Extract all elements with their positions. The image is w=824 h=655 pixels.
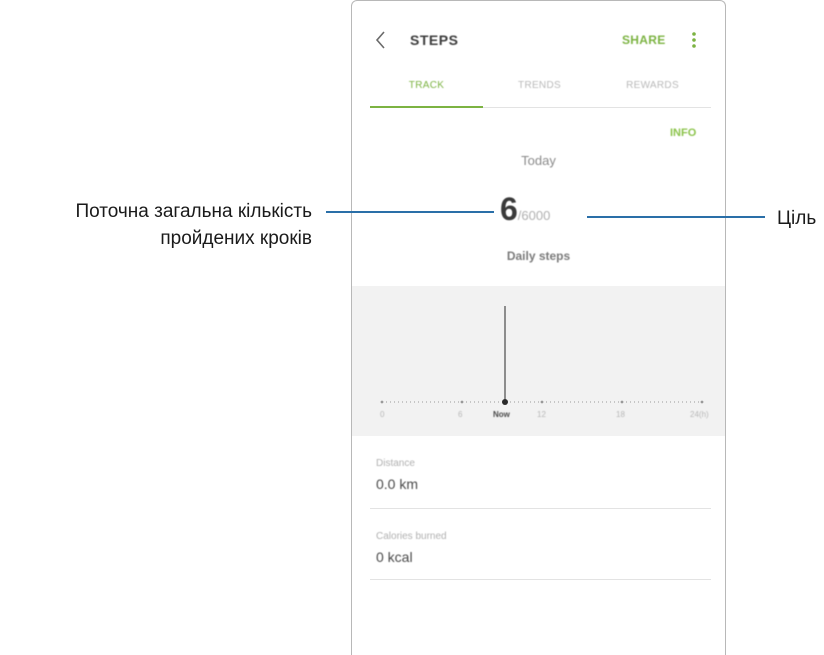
info-button[interactable]: INFO: [670, 127, 696, 139]
app-bar: STEPS SHARE: [352, 1, 725, 79]
share-button[interactable]: SHARE: [622, 33, 666, 47]
steps-summary: 6/6000: [500, 191, 550, 231]
axis-label: 18: [616, 410, 625, 419]
distance-label: Distance: [376, 458, 415, 469]
callout-goal: Ціль: [777, 208, 817, 229]
graph-tick: [620, 400, 624, 404]
axis-label: 6: [458, 410, 463, 419]
distance-value: 0.0 km: [376, 476, 419, 492]
callout-line-right: [587, 216, 765, 218]
callout-total-steps-line1: Поточна загальна кількість: [75, 201, 312, 222]
phone-frame: STEPS SHARE TRACK TRENDS REWARDS INFO To…: [351, 0, 726, 655]
graph-tick: [540, 400, 544, 404]
tab-rewards[interactable]: REWARDS: [596, 80, 709, 91]
graph-tick: [700, 400, 704, 404]
axis-label: 24(h): [690, 410, 709, 419]
divider: [370, 508, 711, 509]
steps-graph: 0 6 Now 12 18 24(h): [352, 286, 725, 436]
tab-trends[interactable]: TRENDS: [483, 80, 596, 91]
screen: STEPS SHARE TRACK TRENDS REWARDS INFO To…: [0, 0, 824, 655]
divider: [370, 579, 711, 580]
tab-track[interactable]: TRACK: [370, 80, 483, 91]
graph-tick: [380, 400, 384, 404]
callout-total-steps: Поточна загальна кількість пройдених кро…: [0, 198, 312, 252]
calories-label: Calories burned: [376, 531, 447, 542]
steps-count: 6: [500, 191, 518, 227]
axis-label-now: Now: [493, 410, 510, 419]
axis-label: 12: [537, 410, 546, 419]
tab-bar: TRACK TRENDS REWARDS: [370, 75, 711, 108]
calories-value: 0 kcal: [376, 549, 413, 565]
steps-goal: /6000: [517, 208, 551, 223]
active-tab-indicator: [370, 106, 483, 108]
graph-tick: [460, 400, 464, 404]
day-label: Today: [521, 153, 556, 168]
now-marker-dot: [502, 399, 508, 405]
chevron-left-icon[interactable]: [372, 29, 392, 51]
more-vertical-icon[interactable]: [690, 30, 698, 50]
callout-total-steps-line2: пройдених кроків: [160, 228, 312, 249]
daily-steps-label: Daily steps: [506, 249, 571, 263]
axis-label: 0: [380, 410, 385, 419]
page-title: STEPS: [410, 32, 459, 48]
callout-line-left: [326, 211, 494, 213]
